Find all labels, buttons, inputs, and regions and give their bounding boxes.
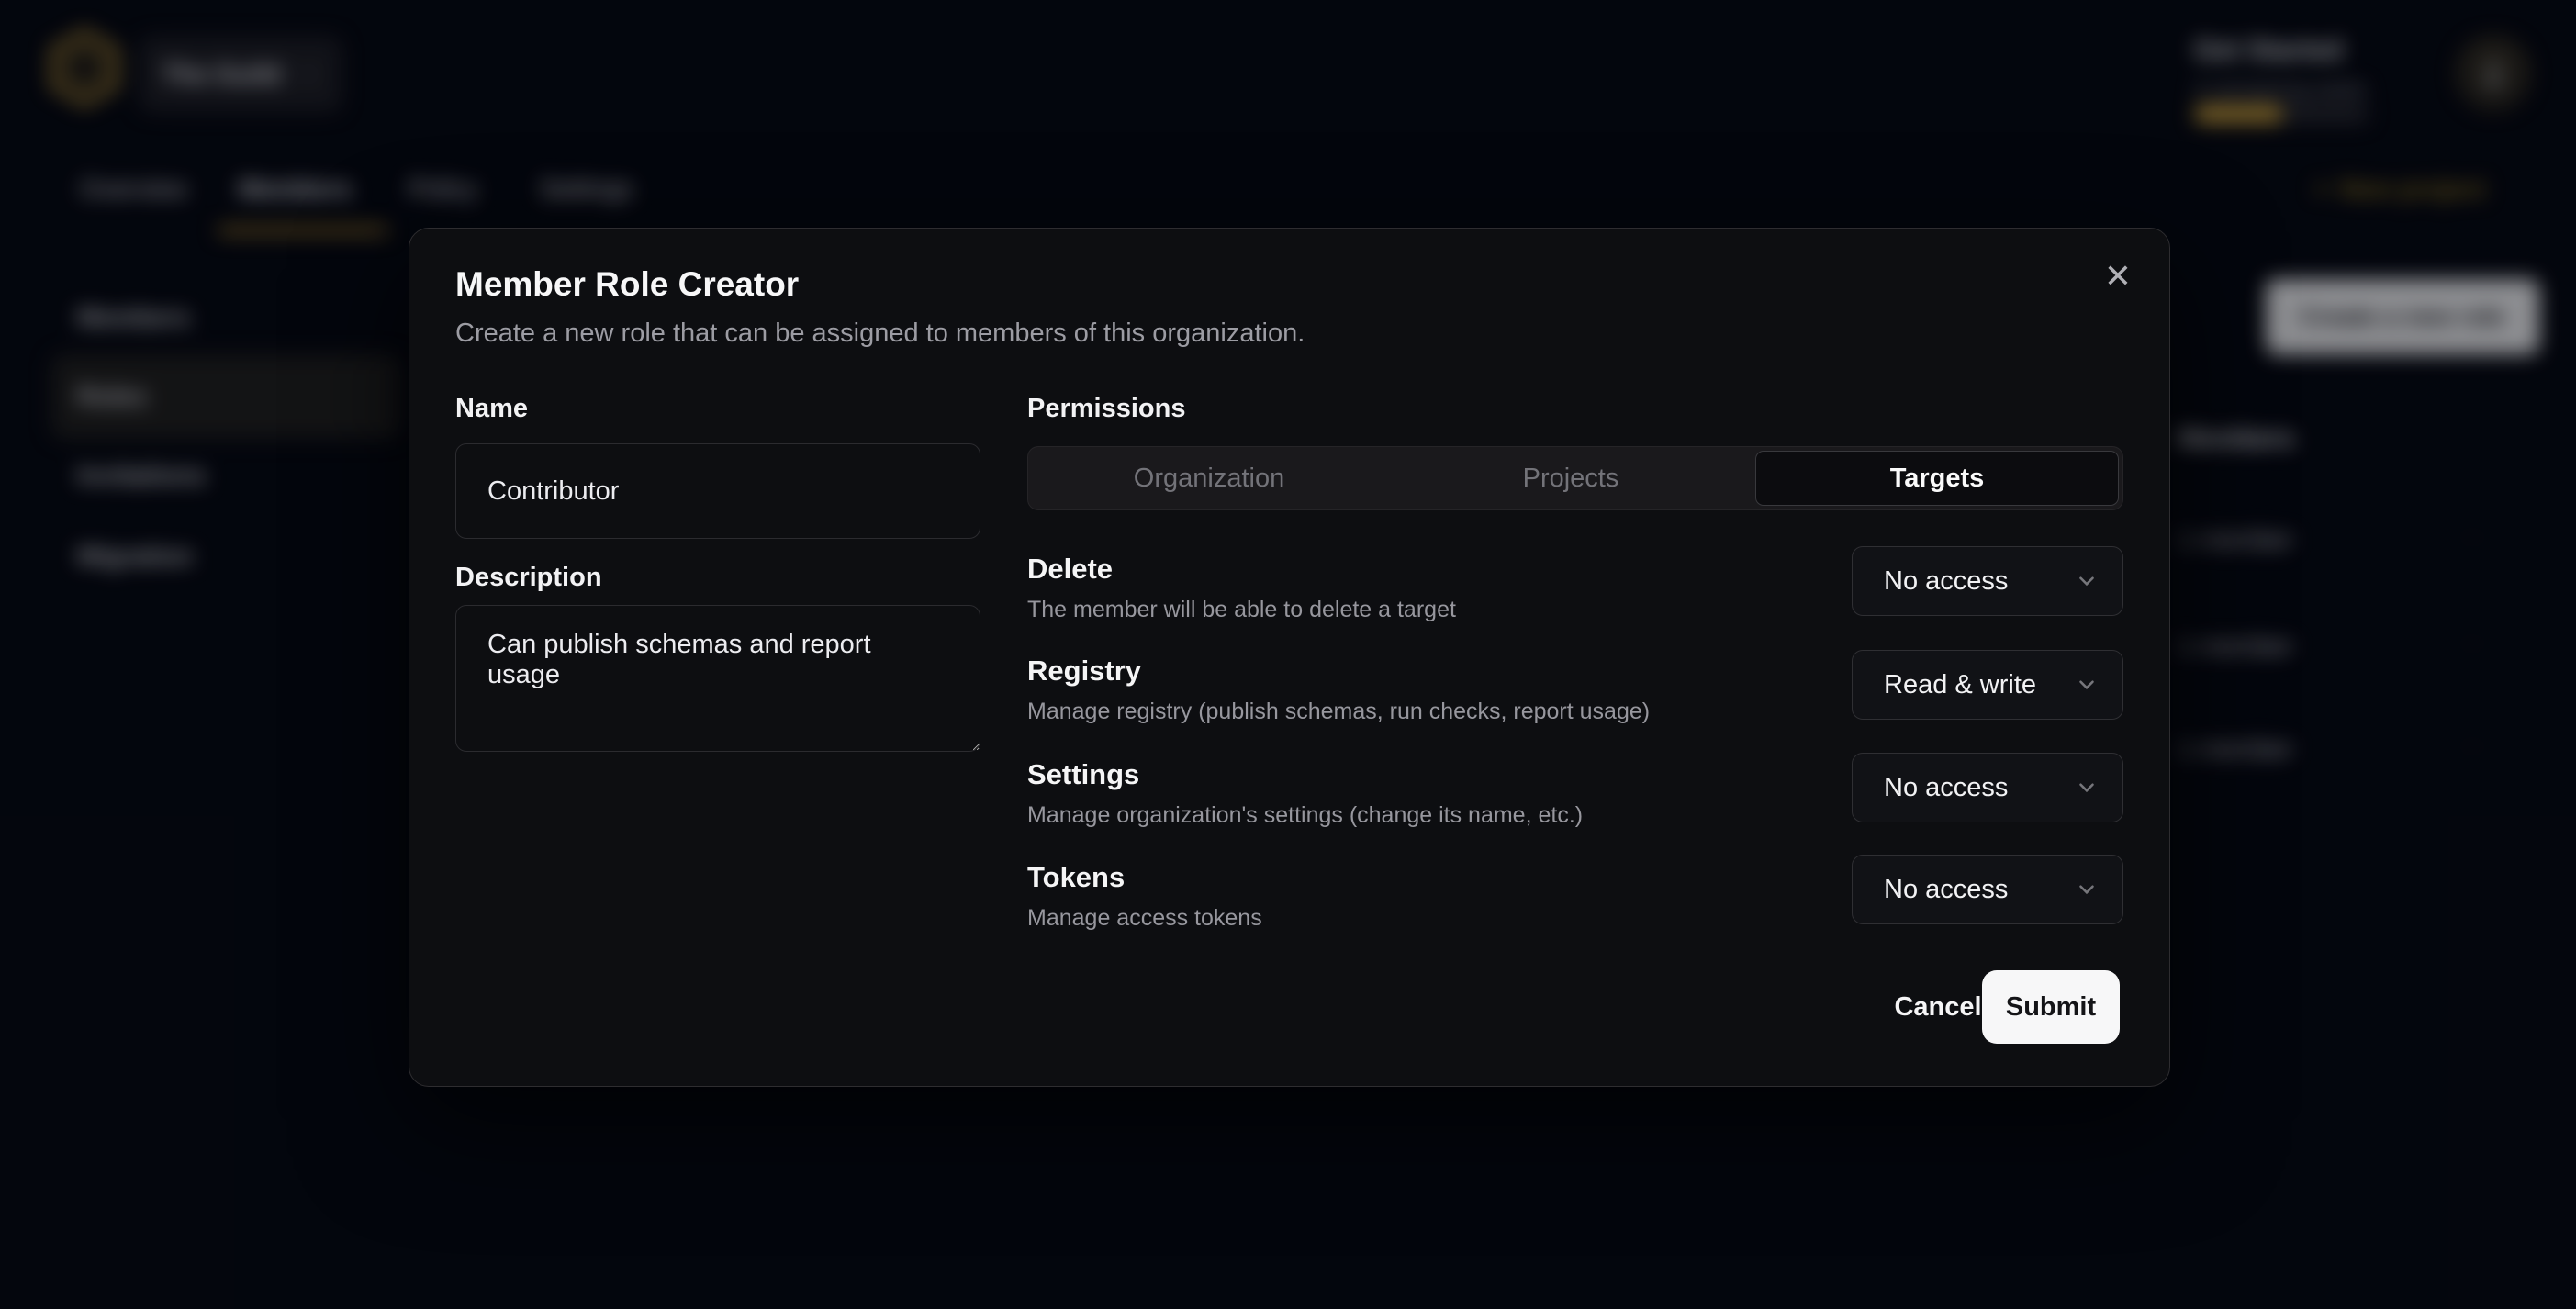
- select-value: No access: [1884, 875, 2008, 905]
- app-root: The Guild Get Started 4 remaining tasks …: [0, 0, 2576, 1309]
- permissions-label: Permissions: [1027, 394, 1185, 424]
- permission-description: The member will be able to delete a targ…: [1027, 597, 1835, 623]
- select-value: No access: [1884, 566, 2008, 597]
- submit-button[interactable]: Submit: [1982, 970, 2120, 1044]
- permission-row-settings: Settings Manage organization's settings …: [1027, 758, 1835, 829]
- permission-description: Manage registry (publish schemas, run ch…: [1027, 699, 1835, 725]
- permission-row-delete: Delete The member will be able to delete…: [1027, 553, 1835, 623]
- tokens-access-select[interactable]: No access: [1852, 855, 2123, 924]
- permission-tab-projects[interactable]: Projects: [1390, 447, 1752, 509]
- delete-access-select[interactable]: No access: [1852, 546, 2123, 616]
- dialog-subtitle: Create a new role that can be assigned t…: [455, 319, 1305, 349]
- permissions-tab-group: Organization Projects Targets: [1027, 446, 2123, 510]
- settings-access-select[interactable]: No access: [1852, 753, 2123, 822]
- chevron-down-icon: [2075, 878, 2099, 901]
- description-label: Description: [455, 563, 602, 593]
- permission-title: Tokens: [1027, 861, 1835, 894]
- description-textarea[interactable]: Can publish schemas and report usage: [455, 605, 980, 752]
- close-icon[interactable]: ✕: [2094, 252, 2142, 300]
- member-role-creator-dialog: ✕ Member Role Creator Create a new role …: [409, 228, 2170, 1087]
- chevron-down-icon: [2075, 569, 2099, 593]
- permission-description: Manage access tokens: [1027, 905, 1835, 932]
- name-label: Name: [455, 394, 528, 424]
- dialog-title: Member Role Creator: [455, 265, 799, 304]
- permission-tab-organization[interactable]: Organization: [1028, 447, 1390, 509]
- permission-description: Manage organization's settings (change i…: [1027, 802, 1835, 829]
- select-value: Read & write: [1884, 670, 2036, 700]
- chevron-down-icon: [2075, 673, 2099, 697]
- permission-tab-targets[interactable]: Targets: [1755, 451, 2119, 506]
- name-input[interactable]: [455, 443, 980, 539]
- select-value: No access: [1884, 773, 2008, 803]
- permission-row-registry: Registry Manage registry (publish schema…: [1027, 654, 1835, 725]
- permission-title: Delete: [1027, 553, 1835, 586]
- registry-access-select[interactable]: Read & write: [1852, 650, 2123, 720]
- permission-title: Settings: [1027, 758, 1835, 791]
- permission-title: Registry: [1027, 654, 1835, 688]
- chevron-down-icon: [2075, 776, 2099, 800]
- permission-row-tokens: Tokens Manage access tokens: [1027, 861, 1835, 932]
